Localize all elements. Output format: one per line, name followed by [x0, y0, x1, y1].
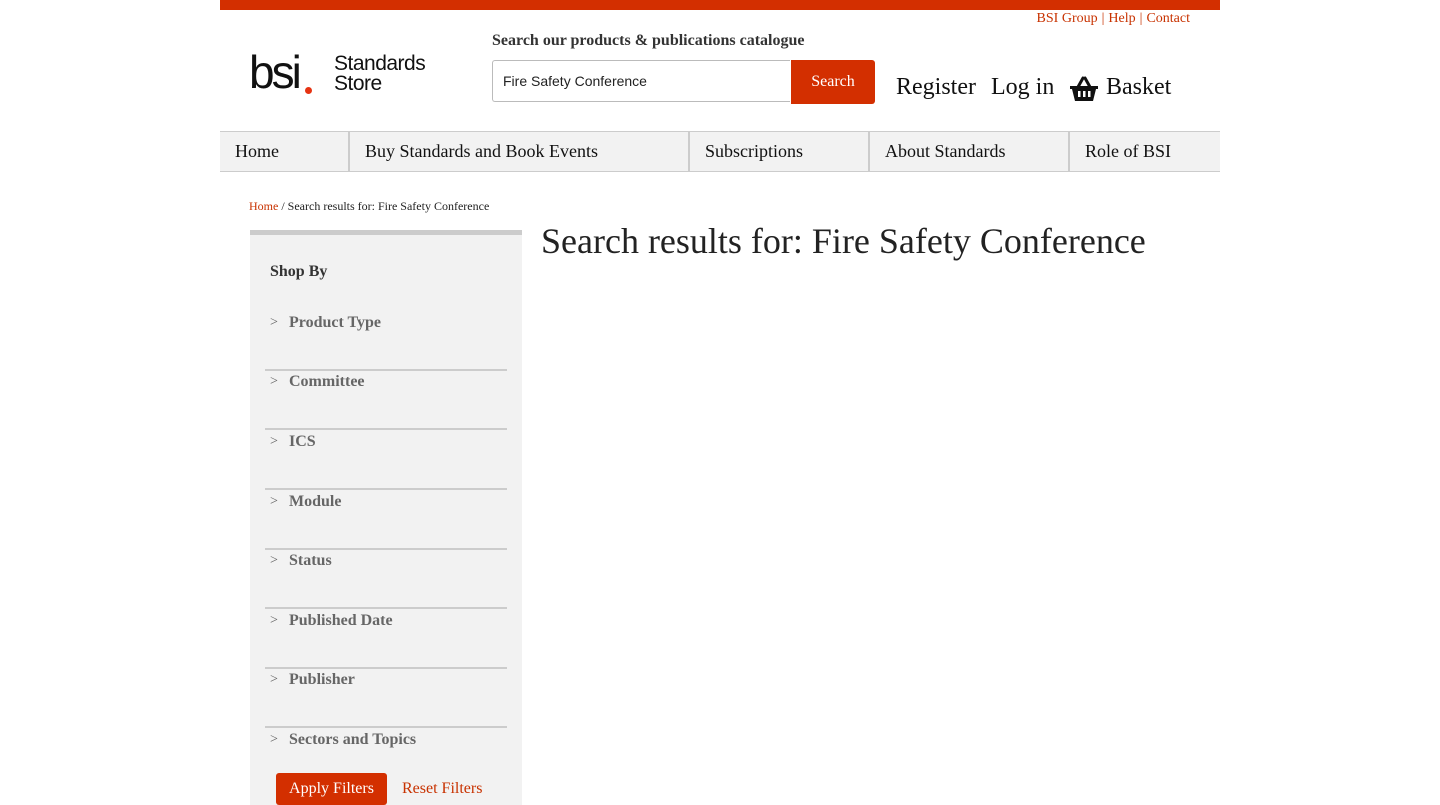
search-button[interactable]: Search — [791, 60, 875, 104]
chevron-right-icon: > — [270, 434, 278, 449]
chevron-right-icon: > — [270, 732, 278, 747]
page-title: Search results for: Fire Safety Conferen… — [541, 221, 1146, 261]
facet-label: Sectors and Topics — [289, 731, 417, 748]
logo-brand: bsi — [249, 46, 302, 98]
login-link[interactable]: Log in — [991, 74, 1054, 100]
chevron-right-icon: > — [270, 613, 278, 628]
breadcrumb-home[interactable]: Home — [249, 199, 278, 213]
bsi-logo[interactable]: bsi Standards Store — [249, 46, 434, 100]
sidebar-title: Shop By — [270, 263, 328, 280]
help-link[interactable]: Help — [1108, 11, 1135, 26]
utility-links: BSI Group | Help | Contact — [1036, 11, 1190, 26]
chevron-right-icon: > — [270, 553, 278, 568]
facet-label: Status — [289, 552, 332, 569]
facet-label: Committee — [289, 373, 365, 390]
facet-status[interactable]: > Status — [265, 550, 507, 609]
register-link[interactable]: Register — [896, 74, 976, 100]
nav-item-subscriptions[interactable]: Subscriptions — [690, 132, 870, 171]
chevron-right-icon: > — [270, 672, 278, 687]
facet-module[interactable]: > Module — [265, 491, 507, 550]
facet-product-type[interactable]: > Product Type — [265, 312, 507, 371]
basket-link[interactable]: Basket — [1106, 74, 1171, 101]
main-nav: Home Buy Standards and Book Events Subsc… — [220, 131, 1220, 172]
facet-publisher[interactable]: > Publisher — [265, 669, 507, 728]
chevron-right-icon: > — [270, 374, 278, 389]
breadcrumb: Home / Search results for: Fire Safety C… — [249, 199, 489, 214]
facet-label: Product Type — [289, 314, 382, 331]
apply-filters-button[interactable]: Apply Filters — [276, 773, 387, 805]
facet-label: Publisher — [289, 671, 355, 688]
nav-item-home[interactable]: Home — [220, 132, 350, 171]
account-links: Register Log in — [896, 74, 1063, 101]
search-input[interactable] — [492, 60, 790, 102]
breadcrumb-current: Search results for: Fire Safety Conferen… — [287, 199, 490, 213]
facet-label: ICS — [289, 433, 316, 450]
filter-sidebar: Shop By > Product Type > Committee > ICS… — [250, 230, 522, 805]
top-accent-bar — [220, 0, 1220, 10]
search-title: Search our products & publications catal… — [492, 32, 805, 49]
nav-item-role-of-bsi[interactable]: Role of BSI — [1070, 132, 1220, 171]
chevron-right-icon: > — [270, 315, 278, 330]
basket-icon[interactable] — [1069, 76, 1099, 102]
nav-item-about-standards[interactable]: About Standards — [870, 132, 1070, 171]
facet-label: Module — [289, 493, 342, 510]
nav-item-buy-standards[interactable]: Buy Standards and Book Events — [350, 132, 690, 171]
facet-ics[interactable]: > ICS — [265, 431, 507, 490]
logo-store-text: Standards Store — [334, 52, 426, 95]
facet-committee[interactable]: > Committee — [265, 371, 507, 430]
chevron-right-icon: > — [270, 494, 278, 509]
reset-filters-link[interactable]: Reset Filters — [402, 780, 482, 798]
logo-dot — [305, 87, 312, 94]
bsi-group-link[interactable]: BSI Group — [1037, 11, 1098, 26]
breadcrumb-separator: / — [281, 199, 285, 213]
contact-link[interactable]: Contact — [1146, 11, 1190, 26]
facet-label: Published Date — [289, 612, 393, 629]
facet-published-date[interactable]: > Published Date — [265, 610, 507, 669]
